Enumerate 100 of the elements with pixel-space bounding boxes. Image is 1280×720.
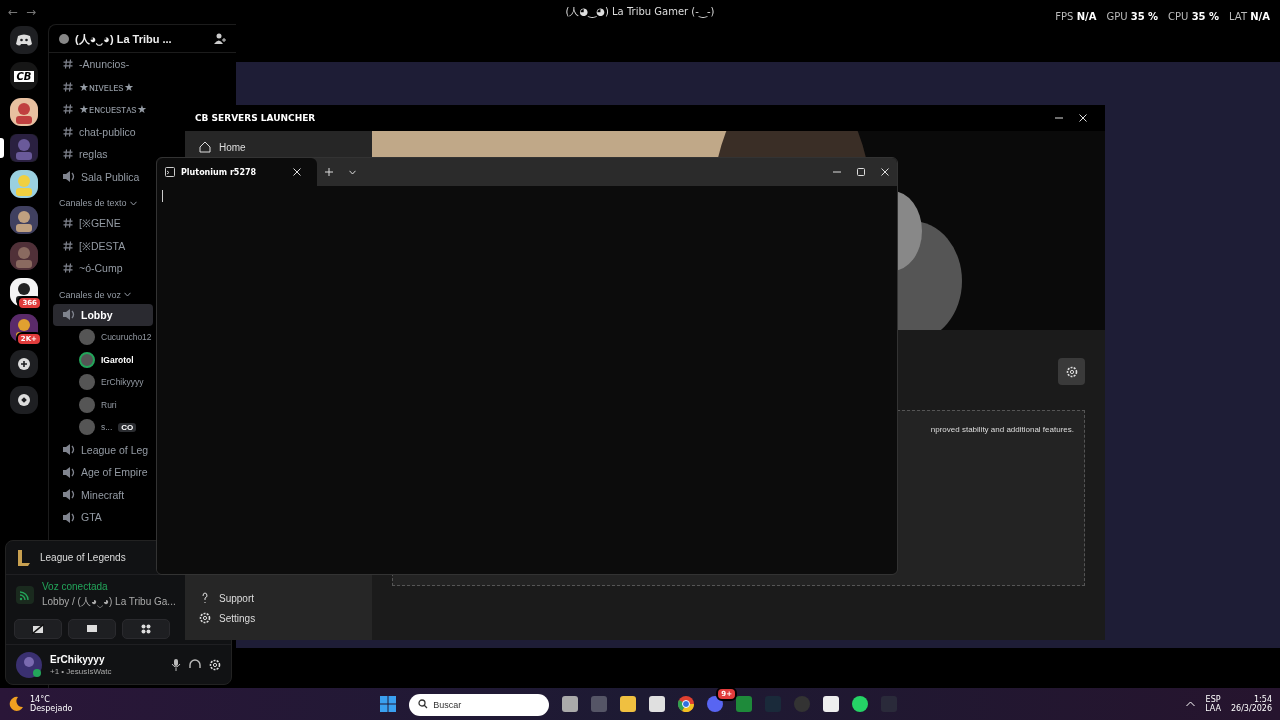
minimize-icon: [833, 171, 841, 173]
game-logo-icon: [16, 548, 32, 567]
store-icon[interactable]: [649, 696, 666, 712]
hash-icon: [63, 81, 73, 92]
window-title: (人◕‿◕) La Tribu Gamer (-‿-): [565, 5, 715, 19]
server-icon[interactable]: [10, 386, 38, 414]
discord-icon: [16, 34, 32, 46]
close-icon: [881, 168, 889, 176]
server-logo[interactable]: CB: [13, 70, 35, 82]
voice-channel[interactable]: Minecraft: [53, 483, 125, 506]
speaker-icon: [63, 309, 75, 321]
server-icon[interactable]: [10, 350, 38, 378]
user-avatar[interactable]: [16, 651, 42, 678]
settings-icon: [209, 658, 221, 671]
back-arrow[interactable]: ←: [8, 5, 19, 19]
close-icon: [293, 168, 301, 176]
xbox-icon[interactable]: [736, 696, 753, 712]
channel-item[interactable]: ★ᴇɴᴄᴜᴇsᴛᴀs★: [53, 98, 147, 121]
monitor-icon: [86, 624, 98, 634]
channel-item[interactable]: ★ɴɪᴠᴇʟᴇs★: [53, 75, 134, 98]
nav-item[interactable]: Settings: [185, 608, 270, 628]
performance-stat: FPS N/A: [1055, 11, 1097, 22]
plus-icon: [18, 358, 30, 370]
activity-name: League of Legends: [40, 552, 126, 563]
voice-channel[interactable]: GTA: [53, 506, 102, 529]
voice-member[interactable]: Cucurucho12: [53, 326, 152, 349]
voice-member[interactable]: ErChikyyyy: [53, 371, 144, 394]
hash-icon: [63, 126, 73, 137]
grid-icon: [141, 624, 151, 634]
forward-arrow[interactable]: →: [26, 5, 37, 19]
terminal-tab[interactable]: Plutonium r5278: [157, 158, 317, 186]
app-icon[interactable]: [823, 696, 840, 712]
category-label[interactable]: Canales de texto: [59, 198, 127, 208]
voice-member[interactable]: s... CO: [53, 416, 137, 439]
chevron-icon: [129, 200, 137, 206]
user-status: +1 • JesusIsWatc: [50, 666, 112, 676]
channel-item[interactable]: [※DESTA: [53, 234, 126, 257]
voice-member[interactable]: Ruri: [53, 393, 117, 416]
plus-icon: [325, 168, 333, 176]
nav-item[interactable]: Home: [185, 137, 260, 157]
camera-off-icon: [32, 624, 44, 634]
channel-item[interactable]: chat-publico: [53, 120, 136, 143]
tray-chevron[interactable]: [1186, 701, 1196, 707]
server-avatar: [59, 33, 69, 44]
add-member-icon[interactable]: [214, 32, 226, 45]
clock[interactable]: 1:54 26/3/2026: [1230, 695, 1272, 713]
messaging-icon[interactable]: [852, 696, 869, 712]
channel-item[interactable]: -Anuncios-: [53, 53, 130, 76]
terminal-icon: [165, 167, 175, 177]
close-icon: [1079, 114, 1087, 122]
server-icon[interactable]: [10, 170, 38, 198]
voice-channel[interactable]: Sala Publica: [53, 165, 140, 188]
server-icon[interactable]: [10, 206, 38, 234]
hash-icon: [63, 104, 73, 115]
chat-app-icon[interactable]: [707, 696, 724, 712]
microphone-icon[interactable]: [171, 658, 181, 671]
headphones-icon[interactable]: [189, 658, 201, 671]
voice-member[interactable]: IGarotol: [53, 348, 134, 371]
browser-icon[interactable]: [678, 696, 695, 712]
camera-off-button[interactable]: [14, 619, 62, 639]
screen-share-button[interactable]: [68, 619, 116, 639]
server-icon[interactable]: [10, 98, 38, 126]
hash-icon: [63, 59, 73, 70]
activities-button[interactable]: [122, 619, 170, 639]
settings-icon: [199, 612, 211, 624]
voice-location[interactable]: Lobby / (人◕‿◕) La Tribu Ga...: [42, 594, 176, 609]
minimize-icon: [1055, 117, 1063, 119]
search-icon: [418, 699, 429, 709]
channel-item[interactable]: [※GENE: [53, 212, 121, 235]
channel-item[interactable]: ~ó-Cump: [53, 257, 123, 280]
folder-icon[interactable]: [620, 696, 637, 712]
category-label[interactable]: Canales de voz: [59, 289, 122, 300]
caret-icon: [349, 169, 356, 175]
performance-stat: LAT N/A: [1229, 11, 1270, 22]
window-title: CB SERVERS LAUNCHER: [195, 113, 317, 123]
performance-stat: GPU 35 %: [1106, 11, 1159, 22]
performance-stat: CPU 35 %: [1168, 11, 1220, 22]
hash-icon: [63, 218, 73, 229]
voice-channel[interactable]: Lobby: [53, 303, 153, 326]
windows-start-icon[interactable]: [380, 696, 397, 712]
selection-indicator: [0, 138, 4, 158]
nav-item[interactable]: Support: [185, 588, 270, 608]
server-icon[interactable]: [10, 26, 38, 54]
text-cursor: [162, 190, 163, 202]
search-field[interactable]: Buscar: [409, 694, 550, 716]
compass-icon: [18, 394, 30, 406]
moon-icon: [8, 696, 24, 712]
voice-channel[interactable]: Age of Empire: [53, 461, 148, 484]
member-tag: CO: [118, 422, 137, 432]
language-indicator[interactable]: ESP LAA: [1205, 695, 1221, 713]
voice-channel[interactable]: League of Leg: [53, 438, 149, 461]
settings-button[interactable]: [1058, 358, 1085, 385]
server-name[interactable]: (人◕‿◕) La Tribu ...: [75, 30, 208, 47]
speaker-icon: [63, 466, 75, 478]
server-icon[interactable]: [10, 278, 38, 306]
help-icon: [199, 592, 211, 604]
server-icon[interactable]: CB: [10, 62, 38, 90]
channel-item[interactable]: reglas: [53, 143, 108, 166]
task-view-icon[interactable]: [562, 696, 579, 712]
weather-condition: Despejado: [30, 704, 73, 713]
